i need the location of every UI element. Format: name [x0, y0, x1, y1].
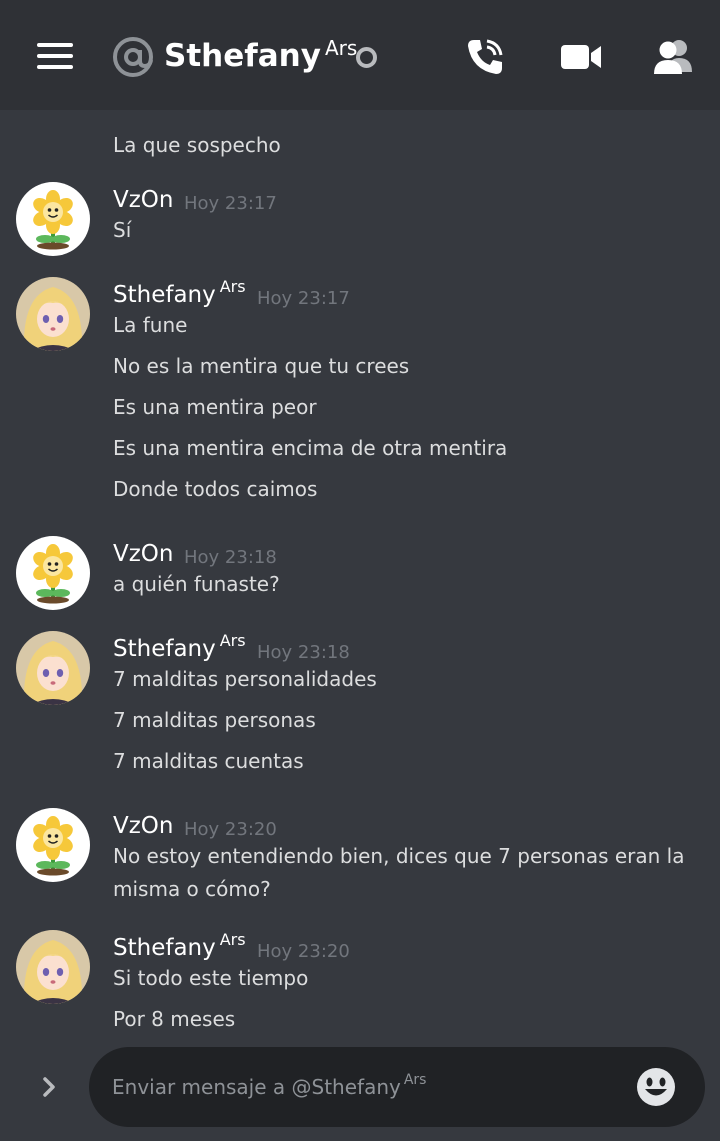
- menu-icon[interactable]: [37, 43, 73, 69]
- author-name[interactable]: VzOn: [113, 187, 174, 213]
- status-icon: [356, 47, 377, 68]
- author-name[interactable]: VzOn: [113, 541, 174, 567]
- author-name[interactable]: VzOn: [113, 813, 174, 839]
- message-line[interactable]: Es una mentira peor: [113, 395, 317, 419]
- channel-title-tag: Ars: [324, 36, 358, 60]
- message-line[interactable]: Donde todos caimos: [113, 477, 317, 501]
- author-name[interactable]: Sthefany Ars: [113, 277, 246, 308]
- author-name[interactable]: Sthefany Ars: [113, 631, 246, 662]
- message-line[interactable]: 7 malditas cuentas: [113, 749, 304, 773]
- message-line[interactable]: 7 malditas personas: [113, 708, 316, 732]
- avatar[interactable]: [16, 808, 90, 882]
- author-name-text: Sthefany: [113, 935, 216, 961]
- message-input-placeholder: Enviar mensaje a @Sthefany Ars: [112, 1072, 427, 1099]
- message-line[interactable]: No estoy entendiendo bien, dices que 7 p…: [113, 844, 684, 868]
- author-name-text: Sthefany: [113, 636, 216, 662]
- message-composer: Enviar mensaje a @Sthefany Ars: [0, 1030, 720, 1141]
- placeholder-text: Enviar mensaje a @Sthefany: [112, 1075, 401, 1099]
- message-line[interactable]: Si todo este tiempo: [113, 966, 308, 990]
- avatar[interactable]: [16, 536, 90, 610]
- channel-title: Sthefany Ars: [164, 36, 358, 74]
- timestamp: Hoy 23:18: [257, 642, 350, 663]
- message-line[interactable]: misma o cómo?: [113, 877, 271, 901]
- timestamp: Hoy 23:18: [184, 547, 277, 568]
- timestamp: Hoy 23:17: [257, 288, 350, 309]
- avatar[interactable]: [16, 631, 90, 705]
- author-name-text: Sthefany: [113, 282, 216, 308]
- chat-header: Sthefany Ars: [0, 0, 720, 110]
- avatar[interactable]: [16, 930, 90, 1004]
- author-tag: Ars: [219, 631, 246, 650]
- members-icon[interactable]: [652, 36, 694, 78]
- message-line[interactable]: Es una mentira encima de otra mentira: [113, 436, 507, 460]
- channel-title-name: Sthefany: [164, 38, 321, 74]
- message-line[interactable]: 7 malditas personalidades: [113, 667, 377, 691]
- timestamp: Hoy 23:20: [184, 819, 277, 840]
- at-icon: [113, 37, 153, 77]
- author-name[interactable]: Sthefany Ars: [113, 930, 246, 961]
- call-icon[interactable]: [464, 36, 506, 78]
- author-tag: Ars: [219, 930, 246, 949]
- message-line[interactable]: a quién funaste?: [113, 572, 280, 596]
- expand-icon[interactable]: [36, 1072, 62, 1102]
- message-line: La que sospecho: [113, 133, 281, 157]
- message-list[interactable]: La que sospecho VzOn Hoy 23:17 Sí Sthefany A…: [0, 110, 720, 1030]
- message-line[interactable]: No es la mentira que tu crees: [113, 354, 409, 378]
- author-name-text: VzOn: [113, 187, 174, 213]
- message-input[interactable]: Enviar mensaje a @Sthefany Ars: [89, 1047, 705, 1127]
- avatar[interactable]: [16, 182, 90, 256]
- author-tag: Ars: [219, 277, 246, 296]
- message-line[interactable]: Por 8 meses: [113, 1007, 235, 1030]
- author-name-text: VzOn: [113, 541, 174, 567]
- message-line[interactable]: La fune: [113, 313, 187, 337]
- avatar[interactable]: [16, 277, 90, 351]
- timestamp: Hoy 23:17: [184, 193, 277, 214]
- placeholder-tag: Ars: [403, 1072, 427, 1088]
- video-icon[interactable]: [560, 36, 602, 78]
- emoji-icon[interactable]: [635, 1066, 677, 1108]
- author-name-text: VzOn: [113, 813, 174, 839]
- message-line[interactable]: Sí: [113, 218, 131, 242]
- timestamp: Hoy 23:20: [257, 941, 350, 962]
